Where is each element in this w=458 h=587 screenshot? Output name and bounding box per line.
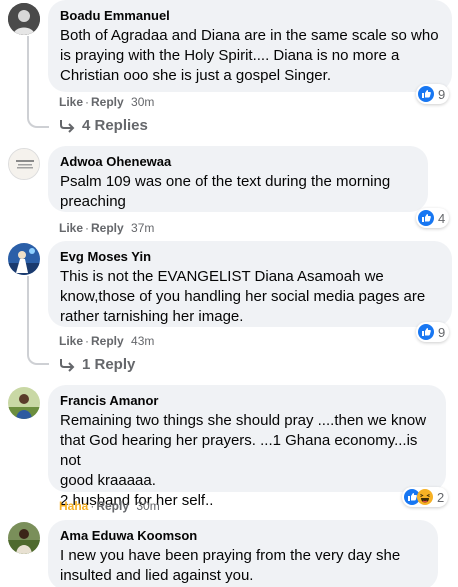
- comment-author[interactable]: Francis Amanor: [60, 393, 434, 409]
- comment-text-line: Remaining two things she should pray ...…: [60, 412, 427, 429]
- comment-text-line: good kraaaaa.: [60, 472, 156, 489]
- reaction-count: 9: [438, 324, 446, 340]
- reply-button[interactable]: Reply: [91, 221, 124, 235]
- comment-bubble: Evg Moses Yin This is not the EVANGELIST…: [48, 241, 452, 327]
- reply-arrow-icon: [60, 358, 75, 372]
- reaction-summary[interactable]: 9: [416, 84, 450, 104]
- reaction-count: 2: [437, 489, 445, 505]
- haha-reaction-icon: [417, 489, 433, 505]
- thread-line: [27, 36, 49, 128]
- replies-label: 4 Replies: [82, 117, 148, 134]
- comment-text: This is not the EVANGELIST Diana Asamoah…: [60, 268, 426, 325]
- comment-actions: Like · Reply 30m: [59, 95, 155, 109]
- comment-time[interactable]: 43m: [131, 334, 154, 348]
- view-replies-button[interactable]: 1 Reply: [60, 356, 135, 373]
- comment-actions: Haha · Reply 30m: [59, 499, 160, 513]
- comment-text: Psalm 109 was one of the text during the…: [60, 173, 391, 210]
- comment-time[interactable]: 37m: [131, 221, 154, 235]
- replies-label: 1 Reply: [82, 356, 136, 373]
- comment-author[interactable]: Ama Eduwa Koomson: [60, 528, 426, 544]
- comment-author[interactable]: Evg Moses Yin: [60, 249, 440, 265]
- haha-button[interactable]: Haha: [59, 499, 88, 513]
- like-reaction-icon: [418, 86, 434, 102]
- comment-bubble: Ama Eduwa Koomson I new you have been pr…: [48, 520, 438, 587]
- avatar[interactable]: [8, 387, 40, 419]
- comment-time[interactable]: 30m: [131, 95, 154, 109]
- like-button[interactable]: Like: [59, 334, 83, 348]
- avatar[interactable]: [8, 243, 40, 275]
- like-button[interactable]: Like: [59, 95, 83, 109]
- reaction-count: 4: [438, 210, 446, 226]
- reaction-summary[interactable]: 4: [416, 208, 450, 228]
- comment-text-line: that God hearing her prayers. ...1 Ghana…: [60, 432, 418, 469]
- reply-arrow-icon: [60, 119, 75, 133]
- avatar[interactable]: [8, 148, 40, 180]
- comment-time[interactable]: 30m: [136, 499, 159, 513]
- comment-author[interactable]: Adwoa Ohenewaa: [60, 154, 416, 170]
- reply-button[interactable]: Reply: [96, 499, 129, 513]
- comment-text: Both of Agradaa and Diana are in the sam…: [60, 27, 439, 84]
- comment-author[interactable]: Boadu Emmanuel: [60, 8, 440, 24]
- thread-line: [27, 276, 49, 365]
- comment-text: I new you have been praying from the ver…: [60, 547, 401, 584]
- comment-bubble: Adwoa Ohenewaa Psalm 109 was one of the …: [48, 146, 428, 212]
- comment-actions: Like · Reply 37m: [59, 221, 155, 235]
- reply-button[interactable]: Reply: [91, 334, 124, 348]
- view-replies-button[interactable]: 4 Replies: [60, 117, 148, 134]
- comment-bubble: Boadu Emmanuel Both of Agradaa and Diana…: [48, 0, 452, 92]
- comment-bubble: Francis Amanor Remaining two things she …: [48, 385, 446, 509]
- like-reaction-icon: [418, 210, 434, 226]
- comment-actions: Like · Reply 43m: [59, 334, 155, 348]
- like-button[interactable]: Like: [59, 221, 83, 235]
- avatar[interactable]: [8, 3, 40, 35]
- reply-button[interactable]: Reply: [91, 95, 124, 109]
- reaction-count: 9: [438, 86, 446, 102]
- reaction-summary[interactable]: 9: [416, 322, 450, 342]
- like-reaction-icon: [418, 324, 434, 340]
- avatar[interactable]: [8, 522, 40, 554]
- reaction-summary[interactable]: 2: [402, 487, 449, 507]
